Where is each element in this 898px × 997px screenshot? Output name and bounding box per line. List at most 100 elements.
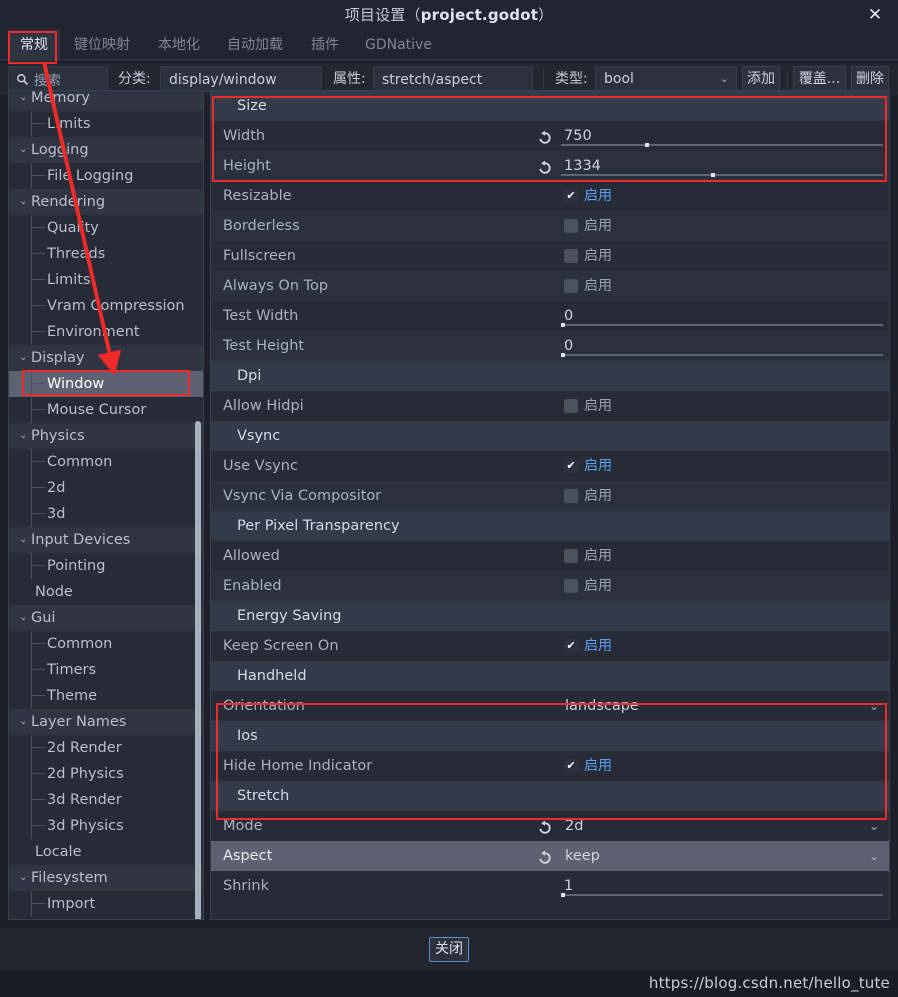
sidebar-item-gui[interactable]: ⌄ Gui xyxy=(9,605,203,631)
slider-grabber[interactable] xyxy=(561,323,565,327)
type-select[interactable]: bool ⌄ xyxy=(595,66,737,92)
chevron-down-icon[interactable]: ⌄ xyxy=(19,605,27,631)
sidebar-item-window[interactable]: Window xyxy=(9,371,203,397)
checkmark-icon[interactable]: ✔ xyxy=(564,759,578,773)
chevron-down-icon[interactable]: ⌄ xyxy=(869,811,879,841)
property-row-allow-hidpi[interactable]: Allow Hidpi 启用 xyxy=(211,391,889,421)
override-button[interactable]: 覆盖... xyxy=(793,66,846,92)
property-row-allowed[interactable]: Allowed 启用 xyxy=(211,541,889,571)
sidebar-item-limits[interactable]: Limits xyxy=(9,111,203,137)
property-row-use-vsync[interactable]: Use Vsync ✔ 启用 xyxy=(211,451,889,481)
checkmark-icon[interactable]: ✔ xyxy=(564,189,578,203)
tab-4[interactable]: 自动加载 xyxy=(215,30,295,61)
checkbox-always-on-top[interactable]: 启用 xyxy=(564,271,612,301)
property-row-test-height[interactable]: Test Height 0 xyxy=(211,331,889,361)
slider-track[interactable] xyxy=(561,324,883,326)
dropdown-orientation[interactable]: landscape ⌄ xyxy=(556,691,889,721)
sidebar-item-import[interactable]: Import xyxy=(9,891,203,917)
search-input[interactable]: 搜索 xyxy=(8,66,108,92)
tab-2[interactable]: 键位映射 xyxy=(62,30,142,61)
reset-icon[interactable] xyxy=(536,127,554,145)
dropdown-aspect[interactable]: keep ⌄ xyxy=(556,841,889,871)
sidebar-item-layer-names[interactable]: ⌄ Layer Names xyxy=(9,709,203,735)
checkbox-use-vsync[interactable]: ✔ 启用 xyxy=(564,451,612,481)
number-input-shrink[interactable]: 1 xyxy=(564,871,573,901)
checkbox-borderless[interactable]: 启用 xyxy=(564,211,612,241)
tab-3[interactable]: 本地化 xyxy=(146,30,212,61)
property-row-height[interactable]: Height 1334 xyxy=(211,151,889,181)
property-row-enabled[interactable]: Enabled 启用 xyxy=(211,571,889,601)
slider-grabber[interactable] xyxy=(711,173,715,177)
property-row-fullscreen[interactable]: Fullscreen 启用 xyxy=(211,241,889,271)
chevron-down-icon[interactable]: ⌄ xyxy=(19,865,27,891)
number-input-test-width[interactable]: 0 xyxy=(564,301,573,331)
sidebar-item-theme[interactable]: Theme xyxy=(9,683,203,709)
close-button[interactable]: 关闭 xyxy=(429,937,469,962)
slider-grabber[interactable] xyxy=(645,143,649,147)
sidebar-item-common[interactable]: Common xyxy=(9,449,203,475)
sidebar-item-logging[interactable]: ⌄ Logging xyxy=(9,137,203,163)
sidebar-item-mouse-cursor[interactable]: Mouse Cursor xyxy=(9,397,203,423)
reset-icon[interactable] xyxy=(536,157,554,175)
close-icon[interactable]: ✕ xyxy=(858,0,892,30)
property-row-shrink[interactable]: Shrink 1 xyxy=(211,871,889,901)
sidebar-item-input-devices[interactable]: ⌄ Input Devices xyxy=(9,527,203,553)
sidebar-item-locale[interactable]: Locale xyxy=(9,839,203,865)
checkbox-empty-icon[interactable] xyxy=(564,219,578,233)
number-input-test-height[interactable]: 0 xyxy=(564,331,573,361)
sidebar-item-node[interactable]: Node xyxy=(9,579,203,605)
sidebar-item-2d-render[interactable]: 2d Render xyxy=(9,735,203,761)
chevron-down-icon[interactable]: ⌄ xyxy=(869,691,879,721)
sidebar-item-threads[interactable]: Threads xyxy=(9,241,203,267)
sidebar-scrollbar[interactable] xyxy=(195,421,201,919)
sidebar-item-memory[interactable]: ⌄ Memory xyxy=(9,91,203,111)
reset-icon[interactable] xyxy=(536,847,554,865)
property-row-test-width[interactable]: Test Width 0 xyxy=(211,301,889,331)
sidebar-item-quality[interactable]: Quality xyxy=(9,215,203,241)
checkbox-hide-home-indicator[interactable]: ✔ 启用 xyxy=(564,751,612,781)
sidebar-item-filesystem[interactable]: ⌄ Filesystem xyxy=(9,865,203,891)
property-row-mode[interactable]: Mode 2d ⌄ xyxy=(211,811,889,841)
chevron-down-icon[interactable]: ⌄ xyxy=(19,527,27,553)
sidebar-item-limits[interactable]: Limits xyxy=(9,267,203,293)
sidebar-item-rendering[interactable]: ⌄ Rendering xyxy=(9,189,203,215)
slider-grabber[interactable] xyxy=(561,353,565,357)
checkbox-keep-screen-on[interactable]: ✔ 启用 xyxy=(564,631,612,661)
tab-1[interactable]: 常规 xyxy=(8,30,60,61)
settings-category-tree[interactable]: ⌄ Memory Limits ⌄ Logging File Logging ⌄ Render… xyxy=(8,90,204,920)
checkmark-icon[interactable]: ✔ xyxy=(564,459,578,473)
checkbox-empty-icon[interactable] xyxy=(564,399,578,413)
sidebar-item-display[interactable]: ⌄ Display xyxy=(9,345,203,371)
property-input[interactable]: stretch/aspect xyxy=(373,66,533,92)
checkbox-allow-hidpi[interactable]: 启用 xyxy=(564,391,612,421)
sidebar-item-common[interactable]: Common xyxy=(9,631,203,657)
category-input[interactable]: display/window xyxy=(160,66,322,92)
property-row-always-on-top[interactable]: Always On Top 启用 xyxy=(211,271,889,301)
reset-icon[interactable] xyxy=(536,817,554,835)
number-input-width[interactable]: 750 xyxy=(564,121,592,151)
chevron-down-icon[interactable]: ⌄ xyxy=(19,423,27,449)
sidebar-item-pointing[interactable]: Pointing xyxy=(9,553,203,579)
sidebar-item-2d[interactable]: 2d xyxy=(9,475,203,501)
chevron-down-icon[interactable]: ⌄ xyxy=(869,841,879,871)
tab-5[interactable]: 插件 xyxy=(299,30,351,61)
chevron-down-icon[interactable]: ⌄ xyxy=(19,137,27,163)
chevron-down-icon[interactable]: ⌄ xyxy=(19,345,27,371)
property-row-aspect[interactable]: Aspect keep ⌄ xyxy=(211,841,889,871)
slider-grabber[interactable] xyxy=(561,893,565,897)
slider-track[interactable] xyxy=(561,354,883,356)
sidebar-item-file-logging[interactable]: File Logging xyxy=(9,163,203,189)
chevron-down-icon[interactable]: ⌄ xyxy=(19,709,27,735)
tab-6[interactable]: GDNative xyxy=(353,30,444,61)
checkbox-resizable[interactable]: ✔ 启用 xyxy=(564,181,612,211)
checkmark-icon[interactable]: ✔ xyxy=(564,639,578,653)
checkbox-empty-icon[interactable] xyxy=(564,279,578,293)
property-row-keep-screen-on[interactable]: Keep Screen On ✔ 启用 xyxy=(211,631,889,661)
delete-button[interactable]: 删除 xyxy=(851,66,889,92)
add-button[interactable]: 添加 xyxy=(742,66,780,92)
checkbox-empty-icon[interactable] xyxy=(564,579,578,593)
slider-track[interactable] xyxy=(561,174,883,176)
property-row-borderless[interactable]: Borderless 启用 xyxy=(211,211,889,241)
sidebar-item-vram-compression[interactable]: Vram Compression xyxy=(9,293,203,319)
chevron-down-icon[interactable]: ⌄ xyxy=(19,189,27,215)
